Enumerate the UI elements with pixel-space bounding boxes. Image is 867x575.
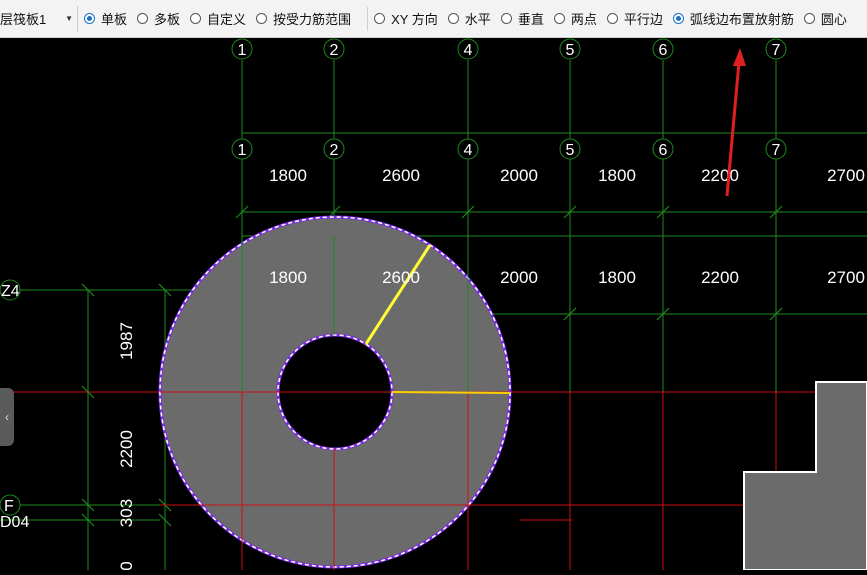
vertical-dimensions: 1987 2200 303 0 bbox=[117, 322, 136, 571]
axis-number: 6 bbox=[659, 42, 668, 59]
axis-number: 2 bbox=[330, 42, 339, 59]
radio-dot-icon bbox=[500, 13, 512, 24]
axis-label: F bbox=[4, 498, 14, 515]
dimension-text: 1800 bbox=[598, 166, 636, 185]
radio-circle-center[interactable]: 圆心 bbox=[803, 9, 847, 28]
dimension-text: 2000 bbox=[500, 268, 538, 287]
dimension-text: 2200 bbox=[117, 430, 136, 468]
direction-radio-group: XY 方向 水平 垂直 两点 平行边 弧线边布置放射筋 圆心 bbox=[368, 9, 863, 28]
radio-two-points[interactable]: 两点 bbox=[553, 9, 597, 28]
axis-number: 1 bbox=[238, 42, 247, 59]
radio-multi-slab[interactable]: 多板 bbox=[137, 9, 180, 28]
radio-arc-edge-radial-rebar[interactable]: 弧线边布置放射筋 bbox=[672, 9, 794, 28]
radio-custom[interactable]: 自定义 bbox=[190, 9, 246, 28]
radio-label: 平行边 bbox=[623, 12, 663, 27]
radio-dot-icon bbox=[672, 13, 684, 24]
radio-dot-icon bbox=[137, 13, 149, 24]
dimension-text: 303 bbox=[117, 499, 136, 527]
radio-dot-icon bbox=[606, 13, 618, 24]
axis-labels-top: 1 2 4 5 6 7 1 2 4 5 6 7 bbox=[238, 42, 781, 159]
radio-dot-icon bbox=[374, 13, 386, 24]
radio-label: 单板 bbox=[101, 12, 128, 27]
collapse-panel-handle[interactable]: ‹ bbox=[0, 388, 14, 446]
radio-label: 多板 bbox=[154, 12, 181, 27]
axis-number: 7 bbox=[772, 142, 781, 159]
dimension-text: 1800 bbox=[598, 268, 636, 287]
radio-dot-icon bbox=[84, 13, 95, 24]
axis-label: D04 bbox=[0, 514, 29, 531]
radio-dot-icon bbox=[803, 13, 815, 24]
radio-dot-icon bbox=[447, 13, 459, 24]
toolbar: 层筏板1 ▼ 单板 多板 自定义 按受力筋范围 XY 方向 水平 垂直 两点 平… bbox=[0, 0, 867, 38]
axis-number: 6 bbox=[659, 142, 668, 159]
radio-label: XY 方向 bbox=[391, 12, 438, 27]
radio-label: 自定义 bbox=[207, 12, 247, 27]
axis-number: 4 bbox=[464, 42, 473, 59]
dimension-text: 0 bbox=[117, 561, 136, 570]
radio-dot-icon bbox=[190, 13, 202, 24]
axis-number: 2 bbox=[330, 142, 339, 159]
axis-label: Z4 bbox=[1, 283, 20, 300]
axis-number: 5 bbox=[566, 142, 575, 159]
radio-dot-icon bbox=[256, 13, 268, 24]
radio-single-slab[interactable]: 单板 bbox=[84, 9, 127, 28]
radio-label: 按受力筋范围 bbox=[273, 12, 352, 27]
dimension-text: 2000 bbox=[500, 166, 538, 185]
dimension-text: 2700 bbox=[827, 166, 865, 185]
chevron-down-icon: ▼ bbox=[65, 14, 73, 23]
radio-horizontal[interactable]: 水平 bbox=[447, 9, 491, 28]
scope-radio-group: 单板 多板 自定义 按受力筋范围 bbox=[78, 9, 367, 28]
dimension-text: 2600 bbox=[382, 166, 420, 185]
radio-parallel-edge[interactable]: 平行边 bbox=[606, 9, 663, 28]
radio-label: 两点 bbox=[570, 12, 597, 27]
radial-rebar-line[interactable] bbox=[391, 391, 511, 394]
cad-drawing[interactable]: 1 2 4 5 6 7 1 2 4 5 6 7 1800 2600 2000 1… bbox=[0, 38, 867, 571]
drawing-canvas[interactable]: 1 2 4 5 6 7 1 2 4 5 6 7 1800 2600 2000 1… bbox=[0, 38, 867, 571]
dimension-text: 1987 bbox=[117, 322, 136, 360]
axis-number: 7 bbox=[772, 42, 781, 59]
chevron-left-icon: ‹ bbox=[5, 410, 9, 424]
dimension-text: 2700 bbox=[827, 268, 865, 287]
axis-number: 1 bbox=[238, 142, 247, 159]
layer-select-value: 层筏板1 bbox=[0, 12, 47, 27]
dimension-text: 2600 bbox=[382, 268, 420, 287]
radio-vertical[interactable]: 垂直 bbox=[500, 9, 544, 28]
radio-label: 水平 bbox=[464, 12, 491, 27]
radio-xy-direction[interactable]: XY 方向 bbox=[374, 9, 438, 28]
dimension-text: 2200 bbox=[701, 268, 739, 287]
dimension-text: 1800 bbox=[269, 268, 307, 287]
radio-label: 圆心 bbox=[820, 12, 847, 27]
layer-select[interactable]: 层筏板1 ▼ bbox=[0, 5, 78, 32]
axis-number: 4 bbox=[464, 142, 473, 159]
radio-by-force-rebar-range[interactable]: 按受力筋范围 bbox=[256, 9, 351, 28]
radio-label: 弧线边布置放射筋 bbox=[689, 12, 794, 27]
slab-polygon[interactable] bbox=[743, 381, 867, 571]
dimension-text: 1800 bbox=[269, 166, 307, 185]
dimension-text: 2200 bbox=[701, 166, 739, 185]
radio-dot-icon bbox=[553, 13, 565, 24]
radio-label: 垂直 bbox=[517, 12, 544, 27]
axis-number: 5 bbox=[566, 42, 575, 59]
